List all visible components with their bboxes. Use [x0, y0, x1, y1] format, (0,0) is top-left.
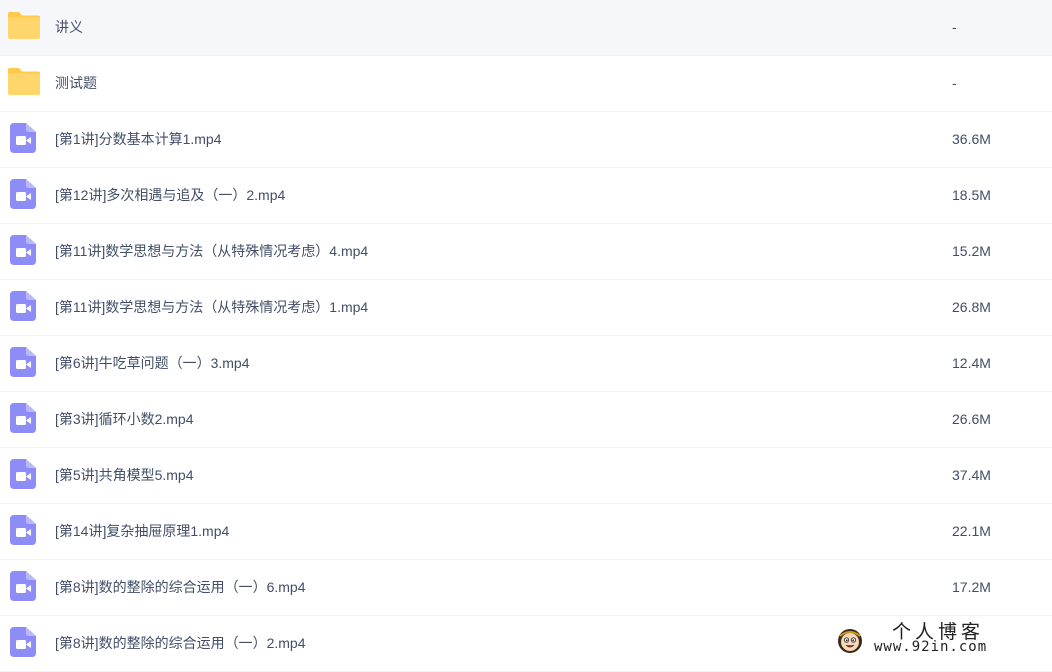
folder-icon [8, 66, 40, 98]
watermark: 个人博客 www.92in.com [834, 621, 1034, 657]
file-size: - [952, 19, 957, 35]
file-row[interactable]: 测试题 - [0, 56, 1052, 112]
video-file-icon [8, 514, 40, 546]
file-row[interactable]: [第1讲]分数基本计算1.mp4 36.6M [0, 112, 1052, 168]
video-file-icon [8, 458, 40, 490]
video-file-icon [8, 178, 40, 210]
file-row[interactable]: [第11讲]数学思想与方法（从特殊情况考虑）1.mp4 26.8M [0, 280, 1052, 336]
mascot-icon [836, 627, 864, 655]
file-name[interactable]: 测试题 [55, 56, 97, 111]
file-name[interactable]: [第5讲]共角模型5.mp4 [55, 448, 193, 503]
video-file-icon [8, 570, 40, 602]
file-name[interactable]: [第12讲]多次相遇与追及（一）2.mp4 [55, 168, 285, 223]
file-name[interactable]: [第8讲]数的整除的综合运用（一）2.mp4 [55, 616, 305, 671]
file-size: 26.8M [952, 299, 991, 315]
video-file-icon [8, 122, 40, 154]
file-name[interactable]: [第11讲]数学思想与方法（从特殊情况考虑）1.mp4 [55, 280, 368, 335]
file-row[interactable]: [第14讲]复杂抽屉原理1.mp4 22.1M [0, 504, 1052, 560]
file-name[interactable]: [第6讲]牛吃草问题（一）3.mp4 [55, 336, 249, 391]
file-row[interactable]: [第8讲]数的整除的综合运用（一）6.mp4 17.2M [0, 560, 1052, 616]
file-name[interactable]: 讲义 [55, 0, 83, 55]
file-row[interactable]: [第11讲]数学思想与方法（从特殊情况考虑）4.mp4 15.2M [0, 224, 1052, 280]
file-row[interactable]: 讲义 - [0, 0, 1052, 56]
file-size: 12.4M [952, 355, 991, 371]
file-name[interactable]: [第1讲]分数基本计算1.mp4 [55, 112, 221, 167]
file-size: - [952, 75, 957, 91]
file-size: 22.1M [952, 523, 991, 539]
video-file-icon [8, 402, 40, 434]
file-name[interactable]: [第14讲]复杂抽屉原理1.mp4 [55, 504, 229, 559]
file-name[interactable]: [第3讲]循环小数2.mp4 [55, 392, 193, 447]
file-size: 36.6M [952, 131, 991, 147]
file-size: 15.2M [952, 243, 991, 259]
video-file-icon [8, 346, 40, 378]
file-list: 讲义 - 测试题 - [第1讲]分数基本计算1.mp4 36.6M [第12讲]… [0, 0, 1052, 672]
file-size: 17.2M [952, 579, 991, 595]
file-row[interactable]: [第3讲]循环小数2.mp4 26.6M [0, 392, 1052, 448]
video-file-icon [8, 234, 40, 266]
watermark-url: www.92in.com [874, 639, 988, 655]
file-row[interactable]: [第12讲]多次相遇与追及（一）2.mp4 18.5M [0, 168, 1052, 224]
file-name[interactable]: [第8讲]数的整除的综合运用（一）6.mp4 [55, 560, 305, 615]
video-file-icon [8, 626, 40, 658]
file-row[interactable]: [第5讲]共角模型5.mp4 37.4M [0, 448, 1052, 504]
file-size: 18.5M [952, 187, 991, 203]
file-row[interactable]: [第6讲]牛吃草问题（一）3.mp4 12.4M [0, 336, 1052, 392]
file-size: 37.4M [952, 467, 991, 483]
video-file-icon [8, 290, 40, 322]
file-name[interactable]: [第11讲]数学思想与方法（从特殊情况考虑）4.mp4 [55, 224, 368, 279]
folder-icon [8, 10, 40, 42]
file-size: 26.6M [952, 411, 991, 427]
